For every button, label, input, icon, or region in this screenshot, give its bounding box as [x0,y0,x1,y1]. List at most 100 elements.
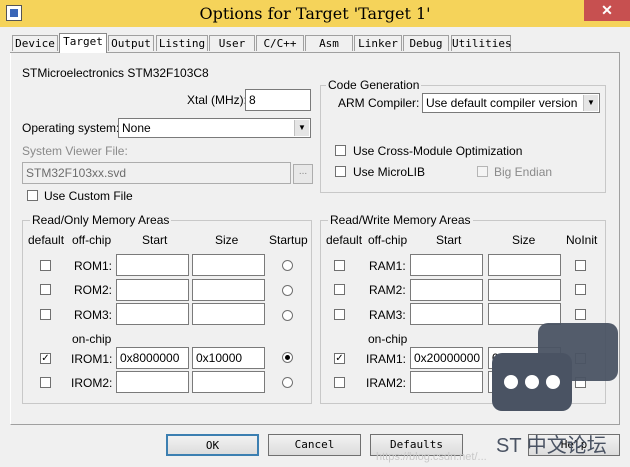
device-name: STMicroelectronics STM32F103C8 [22,66,209,80]
rom3-size-input[interactable] [192,303,265,325]
tab-target[interactable]: Target [59,33,107,53]
rom1-startup-radio[interactable] [282,260,293,271]
ram-header-start: Start [436,233,462,247]
ram-header-default: default [326,233,363,247]
rom2-start-input[interactable] [116,279,189,301]
tab-debug[interactable]: Debug [403,35,449,51]
tab-user[interactable]: User [209,35,255,51]
watermark-url: https://blog.csdn.net/... [376,451,487,463]
ram1-start-input[interactable] [410,254,483,276]
rom3-default-checkbox[interactable] [40,309,51,320]
arm-compiler-label: ARM Compiler: [338,96,420,110]
arm-compiler-value: Use default compiler version [426,96,578,110]
rom1-label: ROM1: [74,259,113,273]
iram2-default-checkbox[interactable] [334,377,345,388]
close-button[interactable]: ✕ [584,0,630,21]
ram1-default-checkbox[interactable] [334,260,345,271]
cancel-button[interactable]: Cancel [268,434,361,456]
ram-group-title: Read/Write Memory Areas [328,213,473,227]
irom1-start-input[interactable]: 0x8000000 [116,347,189,369]
rom2-startup-radio[interactable] [282,285,293,296]
rom-header-size: Size [215,233,239,247]
os-select[interactable]: None ▼ [118,118,311,138]
cross-module-checkbox[interactable] [335,145,346,156]
ram-header-size: Size [512,233,536,247]
iram2-start-input[interactable] [410,371,483,393]
tab-c-cpp[interactable]: C/C++ [256,35,304,51]
arm-compiler-select[interactable]: Use default compiler version ▼ [422,93,600,113]
iram1-default-checkbox[interactable]: ✓ [334,353,345,364]
rom2-size-input[interactable] [192,279,265,301]
ram3-start-input[interactable] [410,303,483,325]
irom1-startup-radio[interactable] [282,352,293,363]
irom2-startup-radio[interactable] [282,377,293,388]
ram2-start-input[interactable] [410,279,483,301]
tab-utilities[interactable]: Utilities [451,35,512,51]
rom-header-default: default [28,233,65,247]
rom3-startup-radio[interactable] [282,310,293,321]
iram1-start-input[interactable]: 0x20000000 [410,347,483,369]
xtal-label: Xtal (MHz): [187,93,247,107]
cross-module-label: Use Cross-Module Optimization [353,144,523,158]
ram2-noinit-checkbox[interactable] [575,284,586,295]
iram1-label: IRAM1: [366,352,407,366]
svd-input[interactable]: STM32F103xx.svd [22,162,291,184]
rom2-label: ROM2: [74,283,113,297]
watermark-dot [504,375,518,389]
big-endian-checkbox[interactable] [477,166,488,177]
ram1-size-input[interactable] [488,254,561,276]
code-generation-title: Code Generation [326,78,422,92]
rom-header-start: Start [142,233,168,247]
svd-browse-button[interactable]: ... [293,164,313,184]
rom-group-title: Read/Only Memory Areas [30,213,172,227]
tab-linker[interactable]: Linker [354,35,402,51]
watermark-text: ST 中文论坛 [496,435,607,457]
ram3-noinit-checkbox[interactable] [575,309,586,320]
ram2-default-checkbox[interactable] [334,284,345,295]
ram2-label: RAM2: [369,283,406,297]
ram1-noinit-checkbox[interactable] [575,260,586,271]
custom-file-checkbox[interactable] [27,190,38,201]
ram-header-noinit: NoInit [566,233,598,247]
irom2-size-input[interactable] [192,371,265,393]
rom1-start-input[interactable] [116,254,189,276]
custom-file-label: Use Custom File [44,189,133,203]
irom1-size-input[interactable]: 0x10000 [192,347,265,369]
watermark-chat-icon [492,353,572,411]
svd-label: System Viewer File: [22,144,128,158]
ram2-size-input[interactable] [488,279,561,301]
watermark-dot [546,375,560,389]
rom-header-startup: Startup [269,233,308,247]
tab-listing[interactable]: Listing [156,35,208,51]
microlib-checkbox[interactable] [335,166,346,177]
irom1-label: IROM1: [71,352,113,366]
irom2-label: IROM2: [71,376,113,390]
ram3-size-input[interactable] [488,303,561,325]
chevron-down-icon: ▼ [583,95,598,111]
tab-asm[interactable]: Asm [305,35,353,51]
rom1-size-input[interactable] [192,254,265,276]
rom2-default-checkbox[interactable] [40,284,51,295]
ram1-label: RAM1: [369,259,406,273]
rom1-default-checkbox[interactable] [40,260,51,271]
chevron-down-icon: ▼ [294,120,309,136]
ok-button[interactable]: OK [166,434,259,456]
irom1-default-checkbox[interactable]: ✓ [40,353,51,364]
os-label: Operating system: [22,121,120,135]
microlib-label: Use MicroLIB [353,165,426,179]
rom3-start-input[interactable] [116,303,189,325]
rom-onchip-label: on-chip [72,332,112,346]
irom2-start-input[interactable] [116,371,189,393]
xtal-input[interactable]: 8 [245,89,311,111]
ram-onchip-label: on-chip [368,332,408,346]
tab-output[interactable]: Output [108,35,154,51]
iram2-label: IRAM2: [366,376,407,390]
os-value: None [122,121,151,135]
big-endian-label: Big Endian [494,165,553,179]
watermark-dot [525,375,539,389]
tab-device[interactable]: Device [12,35,58,51]
rom-header-offchip: off-chip [72,233,112,247]
irom2-default-checkbox[interactable] [40,377,51,388]
ram-header-offchip: off-chip [368,233,408,247]
ram3-default-checkbox[interactable] [334,309,345,320]
